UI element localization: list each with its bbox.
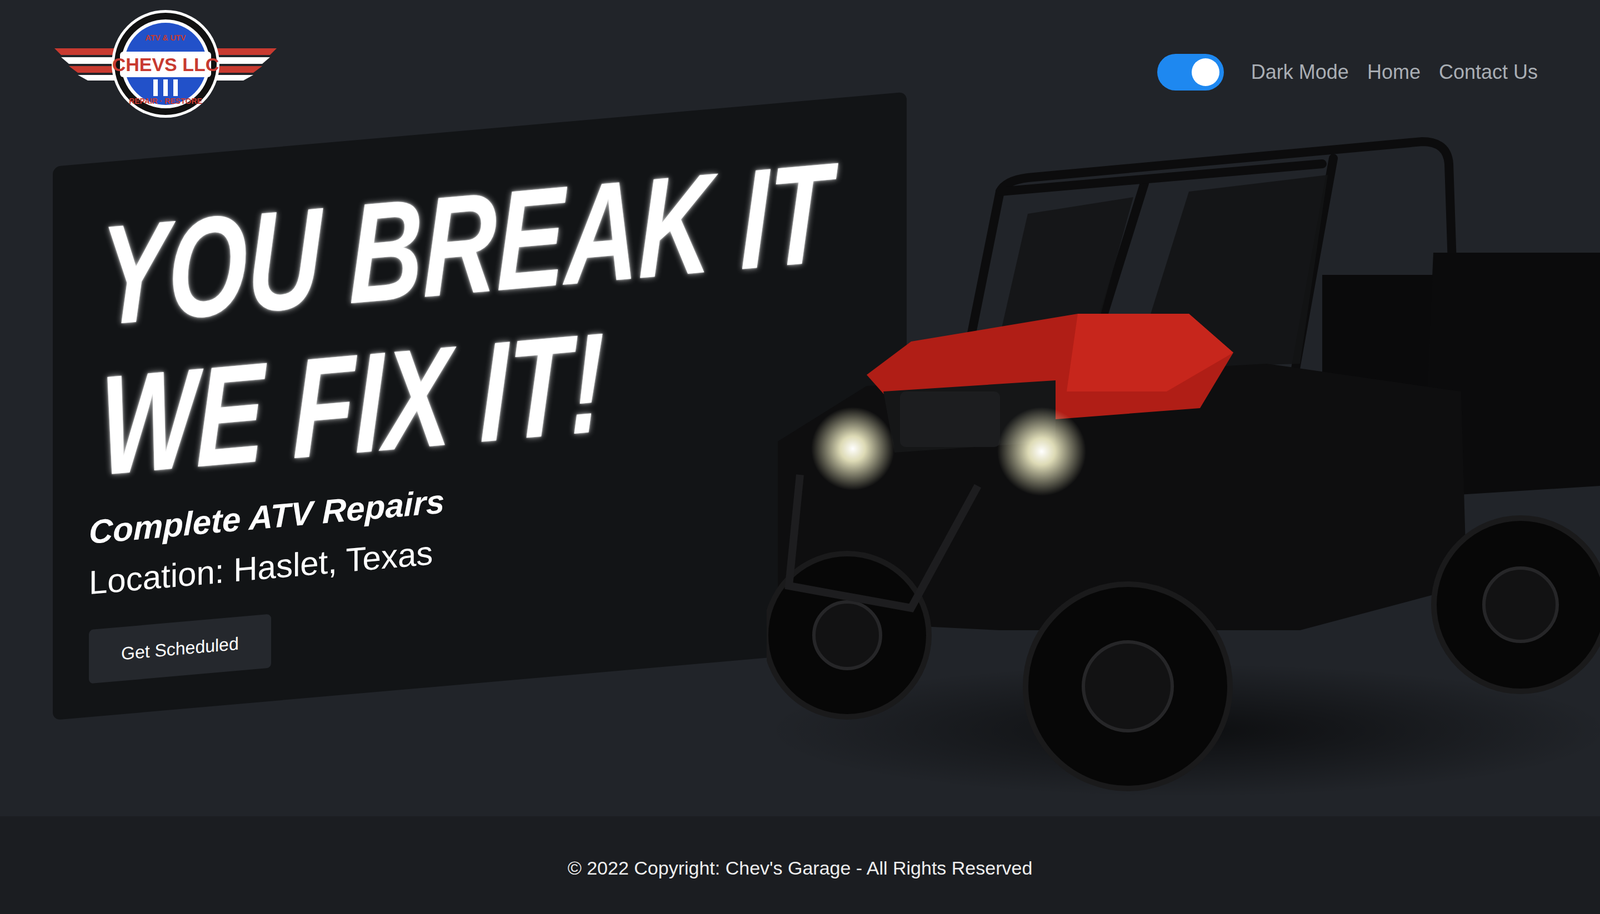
logo-icon[interactable]: ATV & UTV CHEVS LLC REPAIR · RESTORE xyxy=(54,8,277,120)
toggle-knob xyxy=(1191,58,1220,87)
hero: YOU BREAK ITWE FIX IT!Complete ATV Repai… xyxy=(0,119,1600,817)
logo-bottom-text: REPAIR · RESTORE xyxy=(128,96,203,106)
nav: Dark Mode Home Contact Us xyxy=(1157,37,1538,91)
logo-name-text: CHEVS LLC xyxy=(112,53,220,75)
footer: © 2022 Copyright: Chev's Garage - All Ri… xyxy=(0,816,1600,914)
copyright: © 2022 Copyright: Chev's Garage - All Ri… xyxy=(567,857,1033,880)
dark-mode-label[interactable]: Dark Mode xyxy=(1251,60,1349,84)
get-scheduled-button[interactable]: Get Scheduled xyxy=(88,614,272,685)
right-wing-icon xyxy=(215,48,277,81)
dark-mode-toggle[interactable] xyxy=(1157,53,1224,91)
utv-vehicle-icon xyxy=(766,130,1600,798)
logo-top-text: ATV & UTV xyxy=(145,33,187,43)
left-wing-icon xyxy=(54,48,116,81)
nav-link[interactable]: Home xyxy=(1367,60,1421,84)
page: ATV & UTV CHEVS LLC REPAIR · RESTORE Dark M… xyxy=(0,0,1600,914)
nav-link[interactable]: Contact Us xyxy=(1438,60,1538,84)
